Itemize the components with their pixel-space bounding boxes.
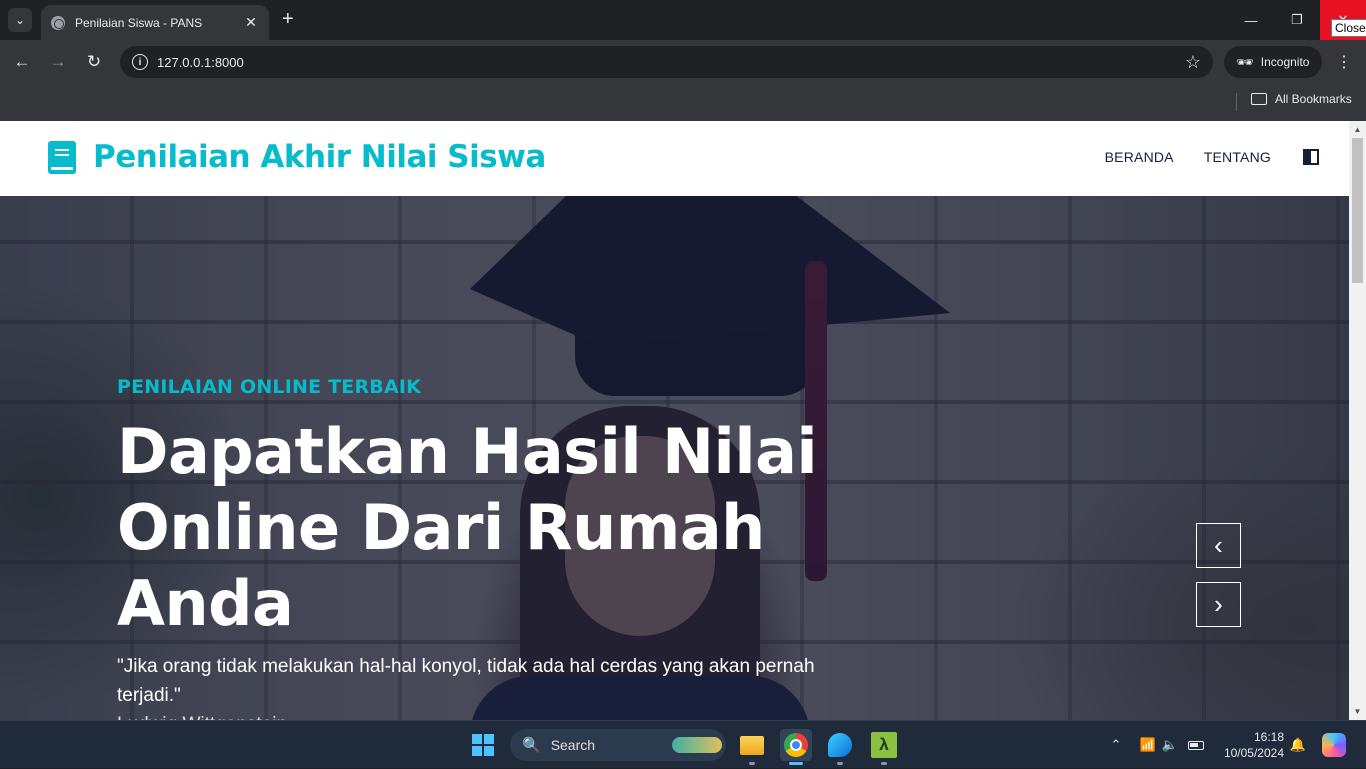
copilot-icon[interactable] [1322,733,1346,757]
scrollbar-thumb[interactable] [1352,138,1363,283]
web-page: Penilaian Akhir Nilai Siswa BERANDA TENT… [0,121,1349,720]
taskbar-search-label: Search [550,737,596,753]
hero-content: PENILAIAN ONLINE TERBAIK Dapatkan Hasil … [117,376,877,720]
all-bookmarks-label: All Bookmarks [1275,92,1352,106]
file-explorer-icon[interactable] [736,729,768,765]
nav-link-beranda[interactable]: BERANDA [1105,149,1174,165]
nav-links: BERANDA TENTANG [1075,149,1319,165]
browser-toolbar: ← → ↻ i 127.0.0.1:8000 ☆ 🕶 Incognito ⋮ [0,40,1366,84]
windows-start-icon[interactable] [472,734,494,756]
chrome-icon[interactable] [780,729,812,765]
scroll-down-arrow-icon[interactable]: ▼ [1349,703,1366,720]
hero-quote: "Jika orang tidak melakukan hal-hal kony… [117,656,815,706]
address-bar[interactable]: i 127.0.0.1:8000 ☆ [120,46,1213,78]
tab-search-chevron-icon[interactable]: ⌄ [8,8,32,32]
carousel-prev-button[interactable]: ‹ [1196,523,1241,568]
bookmark-star-icon[interactable]: ☆ [1185,52,1201,73]
site-info-icon[interactable]: i [132,54,148,70]
page-scrollbar[interactable]: ▲ ▼ [1349,121,1366,720]
incognito-icon: 🕶 [1236,53,1254,70]
tray-chevron-up-icon[interactable]: ⌃ [1106,721,1126,769]
folder-icon [1251,93,1267,105]
minimize-icon[interactable]: — [1228,0,1274,40]
book-icon [48,140,76,174]
site-navbar: Penilaian Akhir Nilai Siswa BERANDA TENT… [0,121,1349,196]
incognito-label: Incognito [1260,55,1310,69]
site-brand[interactable]: Penilaian Akhir Nilai Siswa [48,139,546,175]
battery-icon[interactable] [1184,721,1208,769]
wifi-icon[interactable]: 📶 [1138,721,1158,769]
chevron-left-icon: ‹ [1214,530,1223,560]
url-text[interactable]: 127.0.0.1:8000 [157,55,1185,70]
taskbar-search[interactable]: 🔍 Search [510,729,726,761]
notification-bell-icon[interactable]: 🔔 [1288,721,1308,769]
reload-icon[interactable]: ↻ [82,50,106,74]
tab-title: Penilaian Siswa - PANS [75,15,203,30]
search-highlight-art [672,737,722,753]
clock-time: 16:18 [1253,730,1284,744]
nav-link-tentang[interactable]: TENTANG [1204,149,1271,165]
browser-tabbar: ⌄ Penilaian Siswa - PANS ✕ + — ❐ ✕ Close [0,0,1366,40]
taskbar-clock[interactable]: 16:18 10/05/2024 [1218,729,1284,761]
new-tab-plus-icon[interactable]: + [282,9,294,29]
bookmarks-divider [1236,93,1237,111]
search-icon: 🔍 [522,737,541,754]
chevron-right-icon: › [1214,589,1223,619]
clock-date: 10/05/2024 [1223,746,1284,760]
forward-arrow-icon[interactable]: → [46,50,70,74]
browser-tab-active[interactable]: Penilaian Siswa - PANS ✕ [41,5,269,40]
hero-headline: Dapatkan Hasil Nilai Online Dari Rumah A… [117,415,818,640]
tab-close-icon[interactable]: ✕ [243,14,259,31]
volume-icon[interactable]: 🔈 [1160,721,1180,769]
incognito-button[interactable]: 🕶 Incognito [1224,46,1322,78]
hero-eyebrow: PENILAIAN ONLINE TERBAIK [117,376,422,398]
logout-door-icon[interactable] [1301,149,1319,165]
lambda-app-icon[interactable]: λ [868,729,900,765]
site-brand-name: Penilaian Akhir Nilai Siswa [93,139,546,175]
hero-quote-author: Ludwig Wittgenstein [117,710,877,720]
edge-icon[interactable] [824,729,856,765]
browser-menu-icon[interactable]: ⋮ [1334,52,1354,72]
restore-icon[interactable]: ❐ [1274,0,1320,40]
hero-carousel: PENILAIAN ONLINE TERBAIK Dapatkan Hasil … [0,196,1349,720]
back-arrow-icon[interactable]: ← [10,50,34,74]
windows-taskbar: 🔍 Search λ ⌃ 📶 🔈 16:18 10/05/2024 🔔 [0,720,1366,768]
scroll-up-arrow-icon[interactable]: ▲ [1349,121,1366,138]
globe-icon [51,15,65,30]
all-bookmarks-button[interactable]: All Bookmarks [1251,92,1352,106]
close-tooltip: Close [1331,19,1366,37]
carousel-next-button[interactable]: › [1196,582,1241,627]
bookmarks-bar: All Bookmarks [0,84,1366,121]
